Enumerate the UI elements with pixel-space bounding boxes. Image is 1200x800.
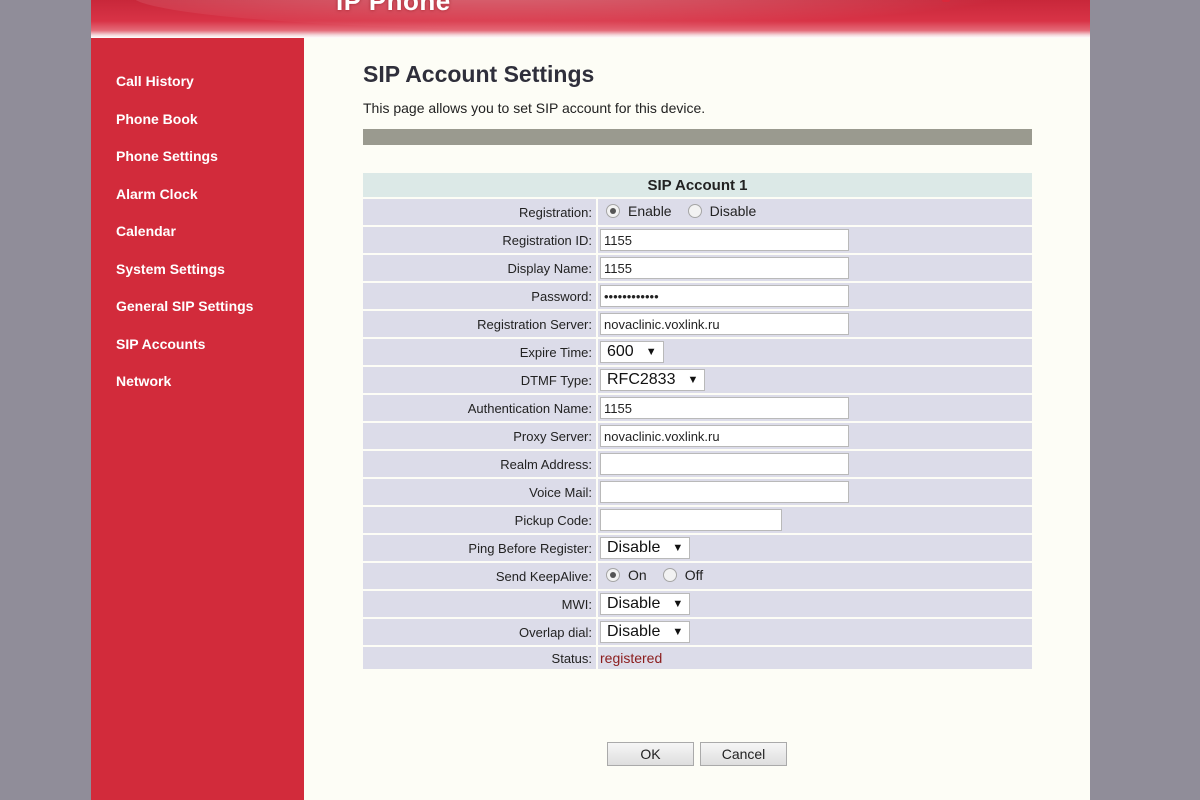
- ping-before-register-select[interactable]: Disable ▼: [600, 537, 691, 559]
- registration-id-label: Registration ID:: [363, 227, 598, 255]
- dtmf-type-value: RFC2833: [607, 371, 676, 388]
- mwi-label: MWI:: [363, 591, 598, 619]
- banner-logo-mark: [942, 0, 950, 2]
- page: IP Phone Call History Phone Book Phone S…: [91, 0, 1090, 800]
- overlap-dial-value: Disable: [607, 623, 661, 640]
- row-dtmf-type: DTMF Type: RFC2833 ▼: [363, 367, 1032, 395]
- row-realm-address: Realm Address:: [363, 451, 1032, 479]
- authentication-name-input[interactable]: [600, 397, 849, 419]
- sidebar-item-alarm-clock[interactable]: Alarm Clock: [91, 179, 304, 217]
- row-proxy-server: Proxy Server:: [363, 423, 1032, 451]
- sidebar-item-call-history[interactable]: Call History: [91, 66, 304, 104]
- sidebar: Call History Phone Book Phone Settings A…: [91, 38, 304, 800]
- sidebar-item-system-settings[interactable]: System Settings: [91, 254, 304, 292]
- mwi-value: Disable: [607, 595, 661, 612]
- password-input[interactable]: [600, 285, 849, 307]
- sidebar-item-sip-accounts[interactable]: SIP Accounts: [91, 329, 304, 367]
- dropdown-arrow-icon: ▼: [672, 542, 684, 554]
- ping-before-register-value: Disable: [607, 539, 661, 556]
- display-name-label: Display Name:: [363, 255, 598, 283]
- main-content: SIP Account Settings This page allows yo…: [363, 38, 1032, 766]
- registration-disable-radio[interactable]: [687, 204, 702, 218]
- realm-address-label: Realm Address:: [363, 451, 598, 479]
- banner-title: IP Phone: [336, 0, 451, 16]
- expire-time-value: 600: [607, 343, 634, 360]
- send-keepalive-off-label: Off: [684, 567, 704, 583]
- registration-disable-label: Disable: [709, 203, 757, 219]
- sidebar-menu: Call History Phone Book Phone Settings A…: [91, 38, 304, 404]
- registration-enable-label: Enable: [628, 203, 672, 219]
- header-banner: IP Phone: [91, 0, 1090, 38]
- overlap-dial-select[interactable]: Disable ▼: [600, 621, 691, 643]
- cancel-button[interactable]: Cancel: [700, 742, 787, 766]
- separator-bar: [363, 129, 1032, 145]
- send-keepalive-on-radio[interactable]: [606, 568, 620, 582]
- expire-time-label: Expire Time:: [363, 339, 598, 367]
- dropdown-arrow-icon: ▼: [672, 598, 684, 610]
- registration-id-input[interactable]: [600, 229, 849, 251]
- row-ping-before-register: Ping Before Register: Disable ▼: [363, 535, 1032, 563]
- row-password: Password:: [363, 283, 1032, 311]
- row-overlap-dial: Overlap dial: Disable ▼: [363, 619, 1032, 647]
- dtmf-type-select[interactable]: RFC2833 ▼: [600, 369, 706, 391]
- row-registration-server: Registration Server:: [363, 311, 1032, 339]
- sidebar-item-calendar[interactable]: Calendar: [91, 216, 304, 254]
- sip-account-table: SIP Account 1 Registration: Enable Disab…: [363, 173, 1032, 669]
- dropdown-arrow-icon: ▼: [672, 626, 684, 638]
- sidebar-item-general-sip-settings[interactable]: General SIP Settings: [91, 291, 304, 329]
- sidebar-item-network[interactable]: Network: [91, 366, 304, 404]
- send-keepalive-label: Send KeepAlive:: [363, 563, 598, 591]
- password-label: Password:: [363, 283, 598, 311]
- registration-radio-group: Enable Disable: [600, 203, 766, 219]
- registration-label: Registration:: [363, 199, 598, 227]
- status-value: registered: [600, 650, 663, 666]
- pickup-code-input[interactable]: [600, 509, 782, 531]
- send-keepalive-off-radio[interactable]: [662, 568, 677, 582]
- row-pickup-code: Pickup Code:: [363, 507, 1032, 535]
- sidebar-item-phone-book[interactable]: Phone Book: [91, 104, 304, 142]
- row-display-name: Display Name:: [363, 255, 1032, 283]
- registration-server-label: Registration Server:: [363, 311, 598, 339]
- voice-mail-input[interactable]: [600, 481, 849, 503]
- proxy-server-label: Proxy Server:: [363, 423, 598, 451]
- send-keepalive-on-label: On: [628, 567, 647, 583]
- form-buttons: OK Cancel: [607, 742, 787, 766]
- row-registration: Registration: Enable Disable: [363, 199, 1032, 227]
- dtmf-type-label: DTMF Type:: [363, 367, 598, 395]
- row-authentication-name: Authentication Name:: [363, 395, 1032, 423]
- row-registration-id: Registration ID:: [363, 227, 1032, 255]
- send-keepalive-radio-group: On Off: [600, 567, 713, 583]
- page-description: This page allows you to set SIP account …: [363, 100, 706, 116]
- ping-before-register-label: Ping Before Register:: [363, 535, 598, 563]
- row-expire-time: Expire Time: 600 ▼: [363, 339, 1032, 367]
- section-title: SIP Account 1: [363, 173, 1032, 199]
- sidebar-item-phone-settings[interactable]: Phone Settings: [91, 141, 304, 179]
- overlap-dial-label: Overlap dial:: [363, 619, 598, 647]
- voice-mail-label: Voice Mail:: [363, 479, 598, 507]
- row-mwi: MWI: Disable ▼: [363, 591, 1032, 619]
- pickup-code-label: Pickup Code:: [363, 507, 598, 535]
- page-title: SIP Account Settings: [363, 61, 595, 87]
- registration-enable-radio[interactable]: [606, 204, 620, 218]
- proxy-server-input[interactable]: [600, 425, 849, 447]
- display-name-input[interactable]: [600, 257, 849, 279]
- mwi-select[interactable]: Disable ▼: [600, 593, 691, 615]
- expire-time-select[interactable]: 600 ▼: [600, 341, 664, 363]
- registration-server-input[interactable]: [600, 313, 849, 335]
- dropdown-arrow-icon: ▼: [645, 346, 657, 358]
- banner-swoosh: [131, 0, 1031, 30]
- row-voice-mail: Voice Mail:: [363, 479, 1032, 507]
- row-send-keepalive: Send KeepAlive: On Off: [363, 563, 1032, 591]
- ok-button[interactable]: OK: [607, 742, 694, 766]
- row-status: Status: registered: [363, 647, 1032, 669]
- dropdown-arrow-icon: ▼: [687, 374, 699, 386]
- authentication-name-label: Authentication Name:: [363, 395, 598, 423]
- status-label: Status:: [363, 647, 598, 669]
- realm-address-input[interactable]: [600, 453, 849, 475]
